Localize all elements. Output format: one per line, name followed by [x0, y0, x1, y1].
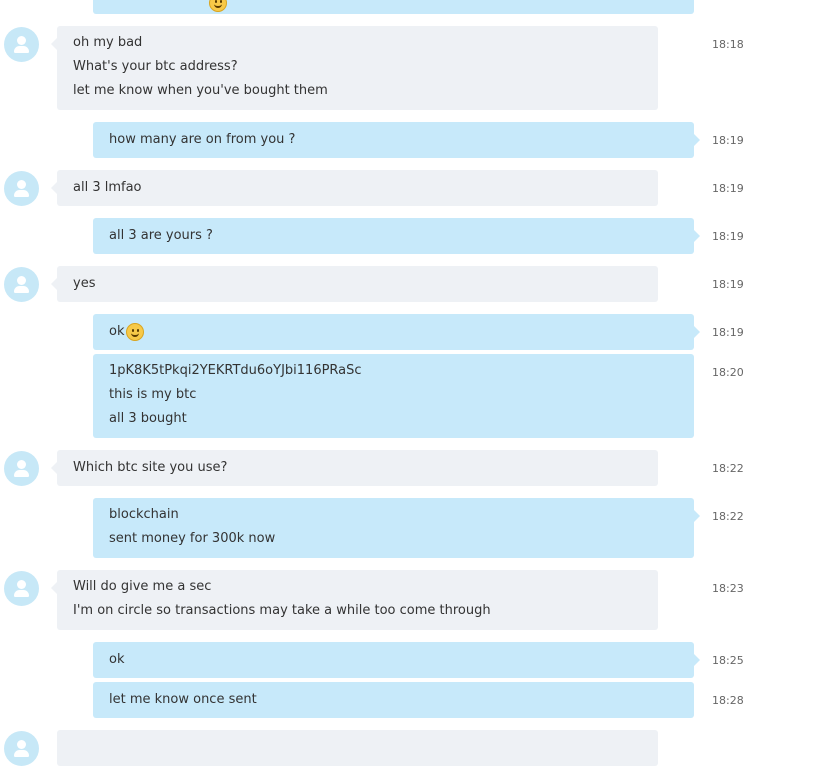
message-text: ok — [109, 652, 125, 667]
message-text: sent money for 300k now — [109, 531, 276, 546]
message-text: What's your btc address? — [73, 59, 238, 74]
message-bubble-incoming[interactable]: Which btc site you use? — [51, 450, 658, 486]
person-icon[interactable] — [4, 27, 39, 62]
message-timestamp: 18:19 — [712, 134, 744, 147]
message-text: I'm on circle so transactions may take a… — [73, 603, 491, 618]
person-icon[interactable] — [4, 731, 39, 766]
chat-conversation: oh my bad What's your btc address? let m… — [0, 0, 816, 766]
message-text: blockchain — [109, 507, 179, 522]
message-timestamp: 18:22 — [712, 462, 744, 475]
message-timestamp: 18:20 — [712, 366, 744, 379]
message-text: all 3 are yours ? — [109, 228, 213, 243]
person-icon[interactable] — [4, 571, 39, 606]
message-text: how many are on from you ? — [109, 132, 296, 147]
message-text: Will do give me a sec — [73, 579, 212, 594]
message-bubble-outgoing[interactable]: 1pK8K5tPkqi2YEKRTdu6oYJbi116PRaSc this i… — [93, 354, 694, 438]
message-text: oh my bad — [73, 35, 143, 50]
message-text: ok — [109, 324, 125, 339]
person-icon[interactable] — [4, 451, 39, 486]
message-timestamp: 18:22 — [712, 510, 744, 523]
message-timestamp: 18:19 — [712, 182, 744, 195]
message-timestamp: 18:28 — [712, 694, 744, 707]
message-text: Which btc site you use? — [73, 460, 228, 475]
smile-emoji-icon — [209, 0, 227, 12]
message-timestamp: 18:19 — [712, 278, 744, 291]
message-bubble-outgoing[interactable]: let me know once sent — [93, 682, 694, 718]
message-bubble-incoming[interactable] — [57, 730, 658, 766]
person-icon[interactable] — [4, 171, 39, 206]
message-bubble-outgoing[interactable]: how many are on from you ? — [93, 122, 700, 158]
message-timestamp: 18:19 — [712, 230, 744, 243]
message-line: ok — [109, 320, 678, 344]
message-bubble-outgoing[interactable] — [93, 0, 694, 14]
message-timestamp: 18:19 — [712, 326, 744, 339]
message-text: all 3 bought — [109, 411, 187, 426]
message-timestamp: 18:23 — [712, 582, 744, 595]
message-text: this is my btc — [109, 387, 197, 402]
message-bubble-incoming[interactable]: all 3 lmfao — [51, 170, 658, 206]
message-bubble-incoming[interactable]: oh my bad What's your btc address? let m… — [51, 26, 658, 110]
message-text: all 3 lmfao — [73, 180, 142, 195]
message-text: 1pK8K5tPkqi2YEKRTdu6oYJbi116PRaSc — [109, 363, 362, 378]
message-timestamp: 18:18 — [712, 38, 744, 51]
message-bubble-outgoing[interactable]: all 3 are yours ? — [93, 218, 700, 254]
smile-emoji-icon — [126, 322, 145, 341]
message-text: let me know once sent — [109, 692, 257, 707]
message-timestamp: 18:25 — [712, 654, 744, 667]
message-text: yes — [73, 276, 96, 291]
message-bubble-incoming[interactable]: Will do give me a sec I'm on circle so t… — [51, 570, 658, 630]
message-bubble-outgoing[interactable]: blockchain sent money for 300k now — [93, 498, 700, 558]
person-icon[interactable] — [4, 267, 39, 302]
message-bubble-incoming[interactable]: yes — [51, 266, 658, 302]
message-bubble-outgoing[interactable]: ok — [93, 314, 700, 350]
message-bubble-outgoing[interactable]: ok — [93, 642, 700, 678]
message-text: let me know when you've bought them — [73, 83, 328, 98]
